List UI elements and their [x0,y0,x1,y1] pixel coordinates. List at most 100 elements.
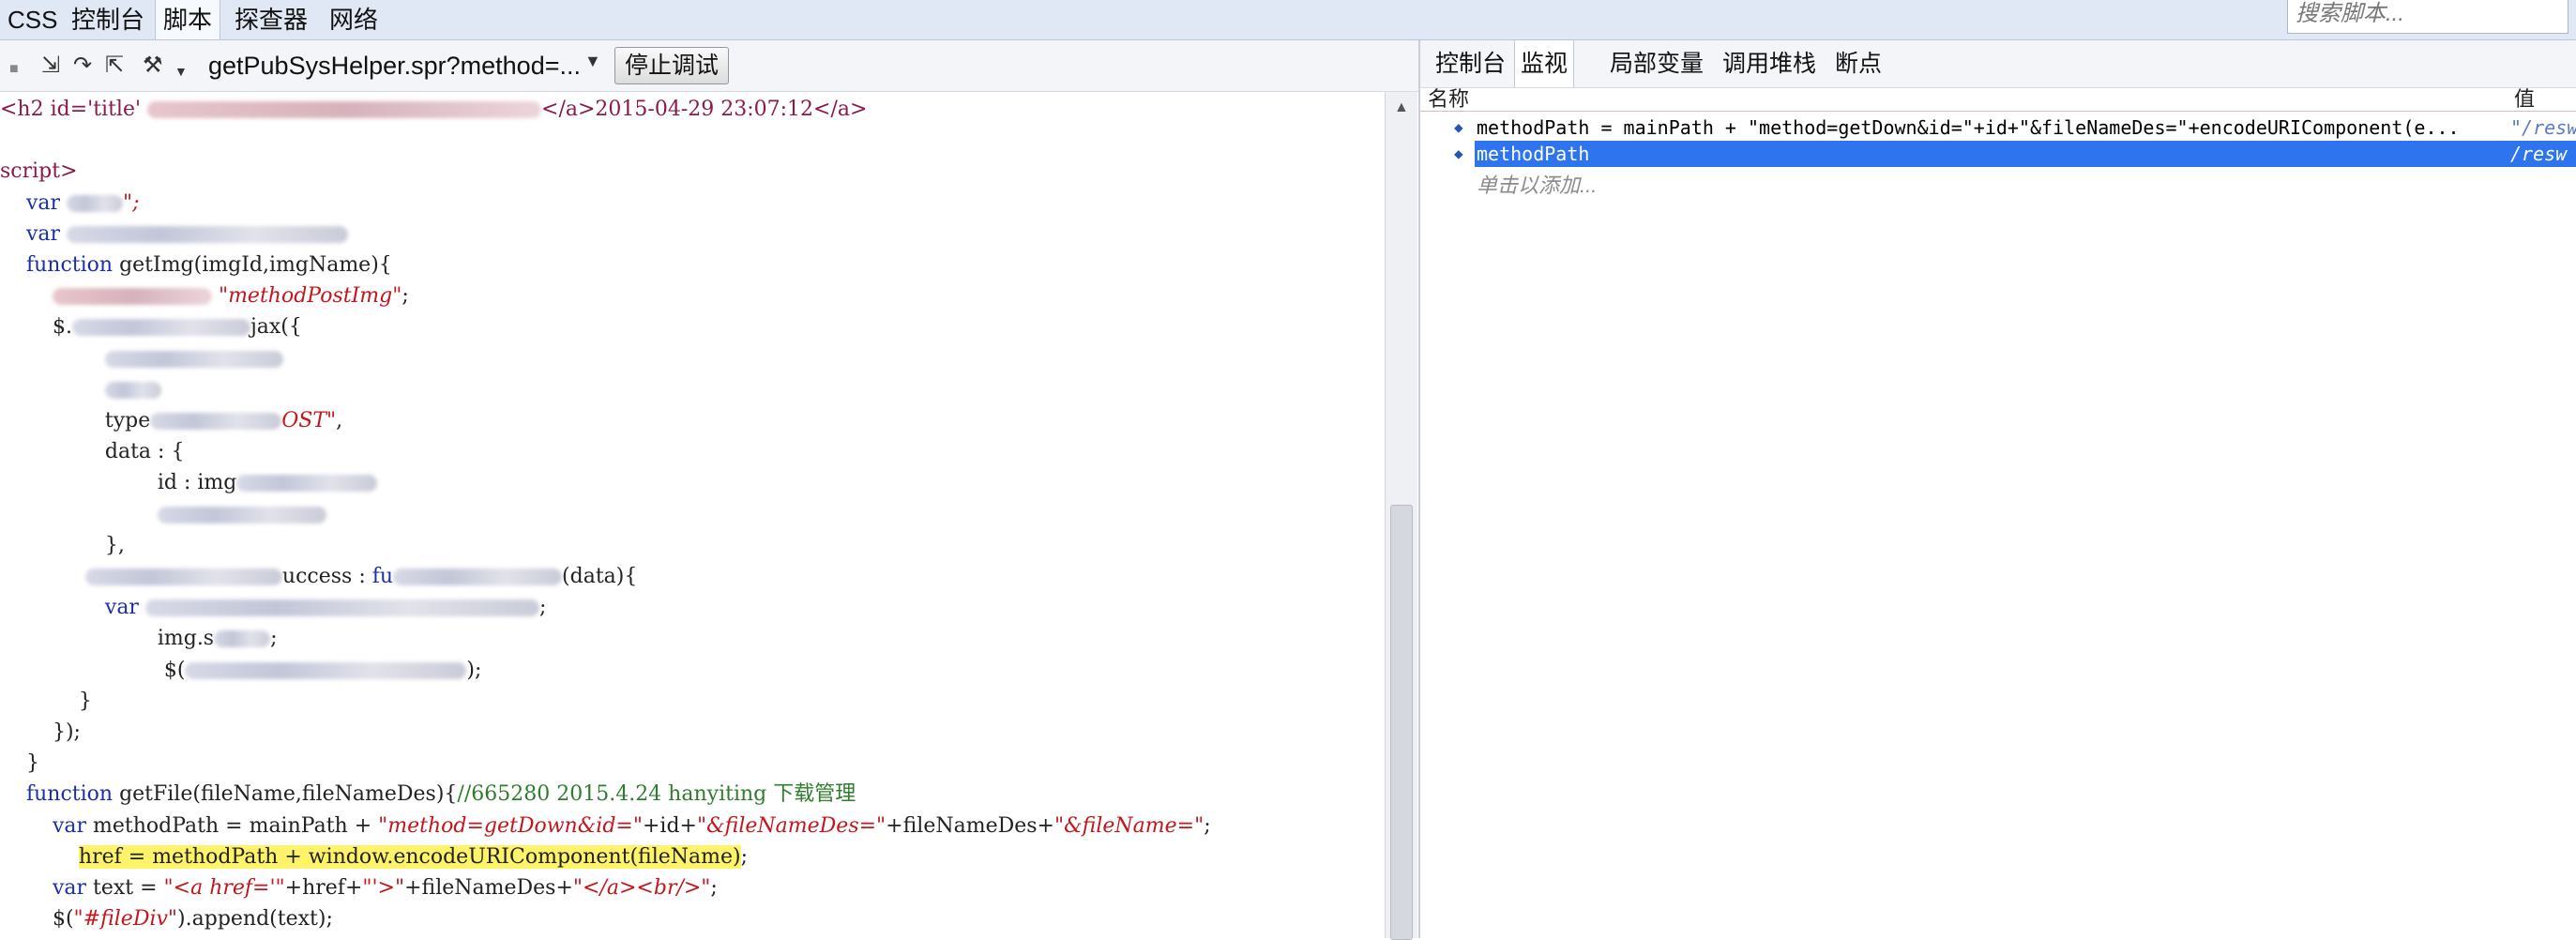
top-tab-bar: CSS 控制台 脚本 探查器 网络 搜索脚本... [0,0,2576,40]
redacted-text [104,381,161,399]
redacted-text [157,506,326,523]
code-line[interactable]: var "; [0,190,140,218]
code-line[interactable]: var [0,220,349,249]
code-line[interactable]: type OST", [0,407,342,435]
code-token: "methodPostImg" [211,284,402,309]
watch-value: "/resw [2510,116,2576,139]
code-token: ; [740,844,749,869]
code-token: ); [466,658,482,682]
code-token: type [0,409,151,432]
code-line[interactable] [0,345,283,373]
code-token: ; [710,876,718,900]
tab-call-stack[interactable]: 调用堆栈 [1717,40,1822,87]
scroll-up-icon[interactable]: ▲ [1394,99,1409,116]
code-token: +href+ [284,876,363,900]
code-line[interactable]: function getImg(imgId,imgName){ [0,251,392,280]
redacted-text [214,630,271,648]
code-line[interactable]: uccess : fu (data){ [0,563,637,591]
script-dropdown-icon[interactable]: ▼ [584,52,601,71]
code-token: var [0,876,93,900]
add-watch-hint[interactable]: 单击以添加... [1477,169,1597,199]
code-token: "#fileDiv" [73,907,178,932]
source-code-view[interactable]: <h2 id='title' </a>2015-04-29 23:07:12</… [0,92,1383,938]
tab-watch[interactable]: 监视 [1514,40,1575,87]
code-token: (data){ [562,565,638,588]
code-line[interactable]: }, [0,532,125,560]
watch-expression[interactable]: methodPath [1477,141,1589,167]
code-token: ; [1204,813,1211,838]
redacted-text [104,350,283,368]
code-scrollbar[interactable]: ▲ [1385,92,1417,940]
tab-script[interactable]: 脚本 [155,0,221,39]
code-line[interactable]: data : { [0,438,185,466]
stop-debug-button[interactable]: 停止调试 [614,47,730,84]
code-token: OST" [281,409,337,432]
code-token: var [0,596,145,620]
tab-console-right[interactable]: 控制台 [1430,40,1511,87]
tools-icon[interactable]: ⚒ [143,53,163,78]
pause-icon[interactable]: ■ [9,57,19,82]
code-token: <h2 id='title' [0,98,148,121]
tab-locals[interactable]: 局部变量 [1604,40,1709,87]
step-into-icon[interactable]: ⇲ [41,53,60,78]
redacted-text [185,661,467,679]
watch-expression[interactable]: methodPath = mainPath + "method=getDown&… [1477,114,2460,141]
code-line[interactable]: <h2 id='title' </a>2015-04-29 23:07:12</… [0,96,867,124]
watch-expr-icon: ◆ [1454,118,1463,136]
redacted-text [67,225,349,243]
script-selector[interactable]: getPubSysHelper.spr?method=... [208,50,581,82]
code-line[interactable]: var methodPath = mainPath + "method=getD… [0,812,1211,841]
watch-expr-icon: ◆ [1454,144,1463,162]
code-line[interactable]: script> [0,158,78,186]
step-out-icon[interactable]: ⇱ [105,53,124,78]
code-line[interactable]: }); [0,719,81,747]
code-line[interactable]: href = methodPath + window.encodeURIComp… [0,843,748,872]
code-token: data : { [0,440,185,464]
code-token: +fileNameDes+ [404,876,573,900]
code-token: //665280 2015.4.24 hanyiting 下载管理 [457,782,856,807]
code-line[interactable]: } [0,750,39,778]
code-token: "&fileName=" [1053,813,1205,838]
redacted-text [52,288,212,306]
scroll-thumb[interactable] [1390,505,1413,940]
code-token: "&fileNameDes=" [696,813,886,838]
code-line[interactable]: $(); [0,657,482,685]
tab-network[interactable]: 网络 [322,0,386,39]
code-token: } [0,751,39,776]
code-line[interactable]: function getFile(fileName,fileNameDes){/… [0,781,856,809]
tab-profiler[interactable]: 探查器 [227,0,315,39]
code-line[interactable] [0,501,326,529]
watch-row[interactable]: ◆ methodPath = mainPath + "method=getDow… [1420,114,2576,141]
code-token: "<a href='" [163,876,285,900]
code-line[interactable]: var text = "<a href='"+href+"'>"+fileNam… [0,874,718,902]
code-token: "'>" [362,876,405,900]
code-token: methodPath = mainPath + [93,813,379,838]
code-token: +fileNameDes+ [886,813,1054,838]
chevron-down-icon[interactable]: ▼ [174,59,188,83]
code-token: getFile(fileName,fileNameDes){ [119,782,458,807]
code-line[interactable]: } [0,688,92,716]
selection-bar [1475,141,2576,167]
code-line[interactable]: $("#fileDiv").append(text); [0,905,333,933]
redacted-text [84,569,282,585]
code-line[interactable]: id : img [0,469,378,497]
step-over-icon[interactable]: ↷ [73,53,92,78]
code-token: id : img [0,471,237,495]
code-line[interactable]: var ; [0,594,546,622]
watch-row-selected[interactable]: ◆ methodPath /resw [1420,141,2576,167]
redacted-text [147,101,542,118]
code-token: ; [270,627,278,651]
code-line[interactable] [0,376,161,404]
search-script-input[interactable]: 搜索脚本... [2287,0,2568,34]
code-line[interactable]: img.s; [0,625,278,653]
tab-css[interactable]: CSS [0,0,65,39]
code-line[interactable]: $. jax({ [0,313,302,341]
tab-console[interactable]: 控制台 [64,0,152,39]
tab-breakpoints[interactable]: 断点 [1829,40,1887,87]
code-token: "</a><br/>" [572,876,711,900]
script-toolbar: ■ ⇲ ↷ ⇱ ⚒ ▼ getPubSysHelper.spr?method=.… [0,40,1418,92]
watch-col-name: 名称 [1428,87,1470,111]
code-line[interactable]: "methodPostImg"; [0,282,409,311]
